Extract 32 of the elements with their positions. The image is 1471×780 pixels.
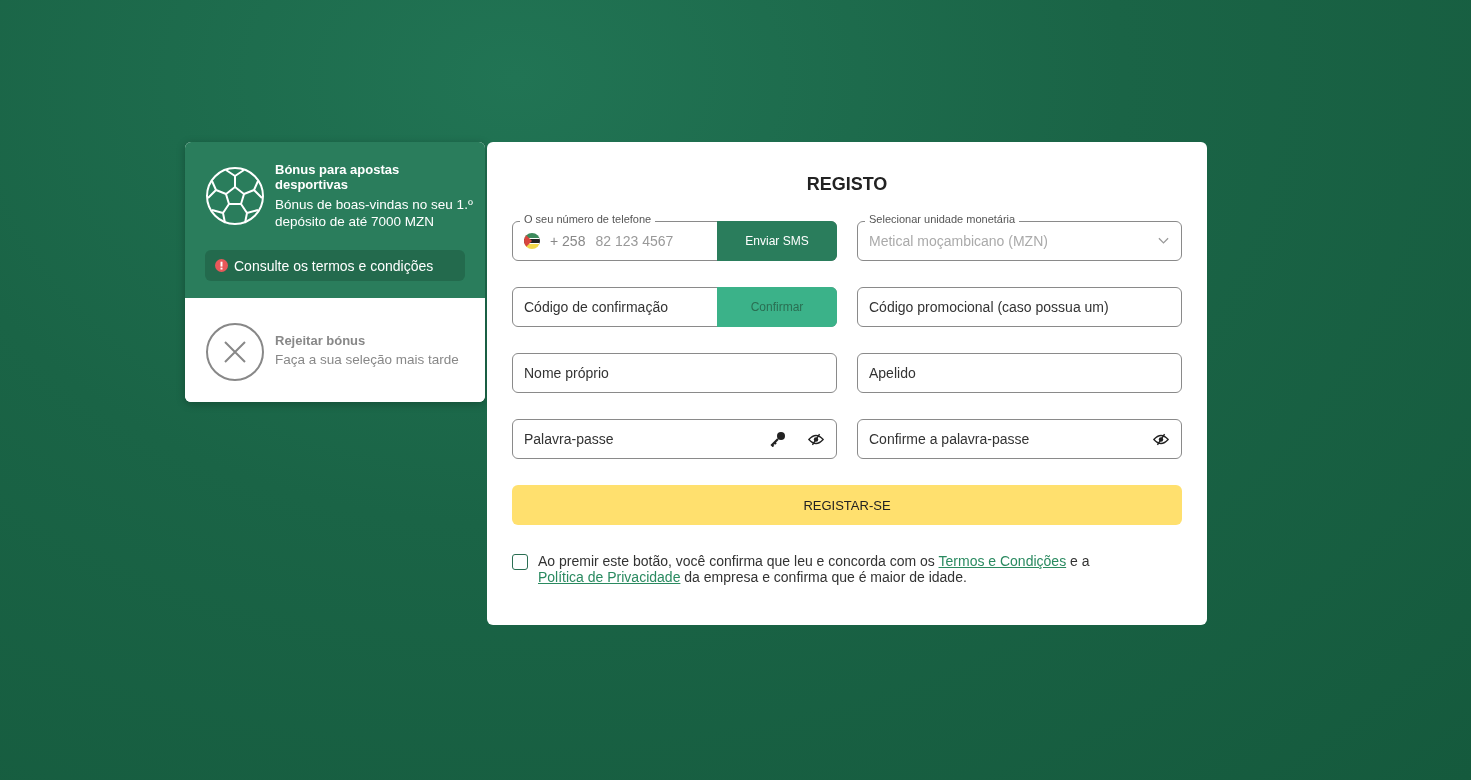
promo-code-field[interactable]: Código promocional (caso possua um) bbox=[857, 287, 1182, 327]
send-sms-button[interactable]: Enviar SMS bbox=[717, 221, 837, 261]
bonus-description: Faça a sua seleção mais tarde bbox=[275, 350, 459, 368]
bonus-description: Bónus de boas-vindas no seu 1.º depósito de até 7000 MZN bbox=[275, 196, 474, 230]
confirm-password-field[interactable]: Confirme a palavra-passe bbox=[857, 419, 1182, 459]
country-code: + 258 bbox=[550, 233, 586, 249]
bonus-title: Bónus para apostas desportivas bbox=[275, 162, 401, 192]
field-label: O seu número de telefone bbox=[520, 213, 656, 225]
terms-link[interactable]: Consulte os termos e condições bbox=[205, 250, 465, 281]
warning-icon bbox=[215, 259, 228, 272]
hidden-eye-icon bbox=[808, 432, 824, 446]
confirmation-code-field[interactable]: Código de confirmação Confirmar bbox=[512, 287, 837, 327]
key-icon bbox=[770, 431, 786, 447]
terms-link[interactable]: Termos e Condições bbox=[938, 553, 1067, 569]
consent-text: Ao premir este botão, você confirma que leu e concorda com os Termos e Condições e a Política de Privacidade da empresa e confirma que é maior de idade. bbox=[538, 553, 1091, 585]
last-name-field[interactable]: Apelido bbox=[857, 353, 1182, 393]
form-title: REGISTO bbox=[805, 174, 889, 195]
consent-checkbox[interactable] bbox=[512, 554, 528, 570]
bonus-option[interactable]: Bónus para apostas desportivas Bónus de boas-vindas no seu 1.º depósito de até 7000 MZN Consulte os termos e condições bbox=[185, 142, 485, 298]
privacy-policy-link[interactable]: Política de Privacidade bbox=[538, 569, 681, 585]
soccer-ball-icon bbox=[205, 166, 265, 226]
bonus-title: Rejeitar bónus bbox=[275, 332, 367, 348]
flag-icon bbox=[524, 233, 540, 249]
register-button[interactable]: REGISTAR-SE bbox=[512, 485, 1182, 525]
first-name-field[interactable]: Nome próprio bbox=[512, 353, 837, 393]
chevron-down-icon bbox=[1158, 237, 1169, 245]
bonus-option[interactable]: Rejeitar bónus Faça a sua seleção mais tarde bbox=[185, 298, 485, 402]
hidden-eye-icon bbox=[1153, 432, 1169, 446]
password-field[interactable]: Palavra-passe bbox=[512, 419, 837, 459]
field-label: Selecionar unidade monetária bbox=[865, 213, 1020, 225]
currency-value: Metical moçambicano (MZN) bbox=[869, 233, 1049, 249]
close-icon bbox=[205, 322, 265, 382]
